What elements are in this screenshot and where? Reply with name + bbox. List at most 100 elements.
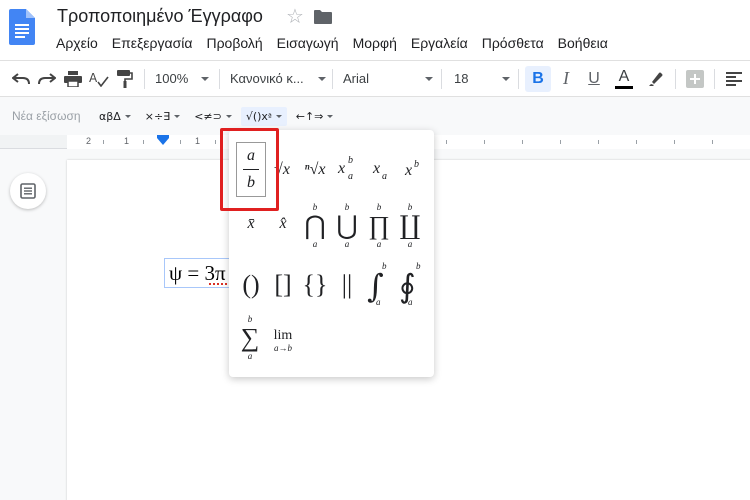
zoom-select[interactable]: 100% <box>155 71 209 86</box>
square-root-button[interactable]: √x <box>268 158 296 182</box>
svg-text:A: A <box>89 71 98 85</box>
chevron-down-icon <box>327 114 334 118</box>
arrows-menu[interactable]: ←↑⇒ <box>291 107 339 126</box>
big-intersection-button[interactable]: b ⋂ a <box>302 198 328 254</box>
brackets-button[interactable]: [] <box>269 264 297 306</box>
nth-root-symbol: ⁿ√x <box>304 161 326 178</box>
undo-button[interactable] <box>8 65 34 93</box>
chevron-down-icon <box>502 76 510 81</box>
sup-b: b <box>414 159 419 170</box>
print-button[interactable] <box>60 65 86 93</box>
product-button[interactable]: b ∏ a <box>366 198 392 254</box>
ruler-tick <box>636 140 637 144</box>
ruler-tick <box>484 140 485 144</box>
google-docs-logo-icon[interactable] <box>9 9 35 45</box>
ruler-tick <box>446 140 447 144</box>
spellcheck-button[interactable]: A <box>86 65 112 93</box>
ruler-tick <box>674 140 675 144</box>
ruler-tick <box>522 140 523 144</box>
align-button[interactable] <box>721 65 747 93</box>
integral-button[interactable]: ∫ b a <box>365 258 393 310</box>
menu-tools[interactable]: Εργαλεία <box>404 33 475 53</box>
font-size-value: 18 <box>454 71 469 86</box>
fraction-bar <box>243 169 259 170</box>
big-union-button[interactable]: b ⋃ a <box>334 198 360 254</box>
ruler-tick <box>560 140 561 144</box>
menu-format[interactable]: Μορφή <box>346 33 404 53</box>
font-size-select[interactable]: 18 <box>454 71 510 86</box>
contour-integral-button[interactable]: ∮ b a <box>397 258 425 310</box>
braces-symbol: {} <box>302 270 328 299</box>
toolbar-separator <box>144 68 145 89</box>
insert-comment-button[interactable] <box>682 65 708 93</box>
italic-button[interactable]: I <box>553 68 579 89</box>
chevron-down-icon <box>425 76 433 81</box>
sup-b: b <box>348 155 353 166</box>
relations-menu[interactable]: <≠⊃ <box>189 107 237 126</box>
left-indent-handle[interactable] <box>157 138 169 145</box>
document-outline-button[interactable] <box>10 173 46 209</box>
contour-integral-symbol: ∮ b a <box>399 261 421 307</box>
menu-insert[interactable]: Εισαγωγή <box>270 33 346 53</box>
greek-letters-menu[interactable]: αβΔ <box>94 107 136 126</box>
fraction-button[interactable]: a b <box>236 142 266 197</box>
align-left-icon <box>726 71 742 86</box>
big-intersection-symbol: ⋂ <box>304 211 326 240</box>
chevron-down-icon <box>225 114 232 118</box>
menu-edit[interactable]: Επεξεργασία <box>105 33 200 53</box>
math-operators-menu[interactable]: √()x ª <box>240 106 287 126</box>
document-title[interactable]: Τροποποιημένο Έγγραφο <box>57 6 263 27</box>
limit-button[interactable]: lim a→b <box>267 326 299 358</box>
font-select[interactable]: Arial <box>343 71 433 86</box>
svg-text:x: x <box>372 160 380 177</box>
equation-box[interactable]: ψ = 3π <box>164 258 235 288</box>
lower-bound: a <box>312 239 318 249</box>
highlight-color-button[interactable] <box>643 65 669 93</box>
bold-button[interactable]: B <box>525 65 551 92</box>
limit-subscript: a→b <box>273 343 292 353</box>
superscript-mark: ª <box>267 111 272 121</box>
ruler-tick <box>712 140 713 144</box>
brackets-symbol: [] <box>274 270 292 299</box>
subscript-button[interactable]: x a <box>368 156 394 184</box>
superscript-symbol: x b <box>404 159 419 179</box>
parentheses-button[interactable]: () <box>237 264 265 306</box>
underline-button[interactable]: U <box>581 70 607 88</box>
parentheses-symbol: () <box>242 270 260 299</box>
menu-help[interactable]: Βοήθεια <box>551 33 615 53</box>
misc-operations-menu[interactable]: ×÷∃ <box>140 107 185 126</box>
nth-root-button[interactable]: ⁿ√x <box>300 158 330 182</box>
redo-button[interactable] <box>34 65 60 93</box>
big-union-symbol: ⋃ <box>336 211 358 240</box>
paragraph-style-select[interactable]: Κανονικό κ... <box>230 71 326 86</box>
sub-superscript-button[interactable]: x b a <box>333 154 361 184</box>
coproduct-button[interactable]: b ∐ a <box>397 198 423 254</box>
superscript-button[interactable]: x b <box>400 156 426 184</box>
toolbar-separator <box>441 68 442 89</box>
text-color-button[interactable]: A <box>611 68 637 89</box>
star-icon[interactable]: ☆ <box>286 4 304 28</box>
menu-file[interactable]: Αρχείο <box>49 33 105 53</box>
folder-icon[interactable] <box>313 10 332 24</box>
menu-bar: Αρχείο Επεξεργασία Προβολή Εισαγωγή Μορφ… <box>49 33 615 53</box>
lower-bound: a <box>344 239 350 249</box>
hat-button[interactable]: x̂ <box>271 210 295 238</box>
upper-bound: b <box>382 261 387 271</box>
ruler-tick <box>143 140 144 144</box>
text-color-swatch <box>615 85 633 89</box>
menu-addons[interactable]: Πρόσθετα <box>475 33 551 53</box>
new-equation-button[interactable]: Νέα εξίσωση <box>0 109 94 123</box>
font-value: Arial <box>343 71 370 86</box>
absolute-value-button[interactable]: || <box>333 264 361 306</box>
paint-format-button[interactable] <box>112 65 138 93</box>
overline-button[interactable]: x̄ <box>239 210 263 238</box>
summation-button[interactable]: b ∑ a <box>235 310 265 366</box>
docs-window: Τροποποιημένο Έγγραφο ☆ Αρχείο Επεξεργασ… <box>0 0 750 500</box>
toolbar-separator <box>714 68 715 89</box>
toolbar-separator <box>675 68 676 89</box>
lower-bound: a <box>376 239 382 249</box>
math-operators-label: √()x <box>245 109 268 123</box>
square-root-symbol: √x <box>274 161 290 178</box>
menu-view[interactable]: Προβολή <box>199 33 269 53</box>
braces-button[interactable]: {} <box>301 264 329 306</box>
